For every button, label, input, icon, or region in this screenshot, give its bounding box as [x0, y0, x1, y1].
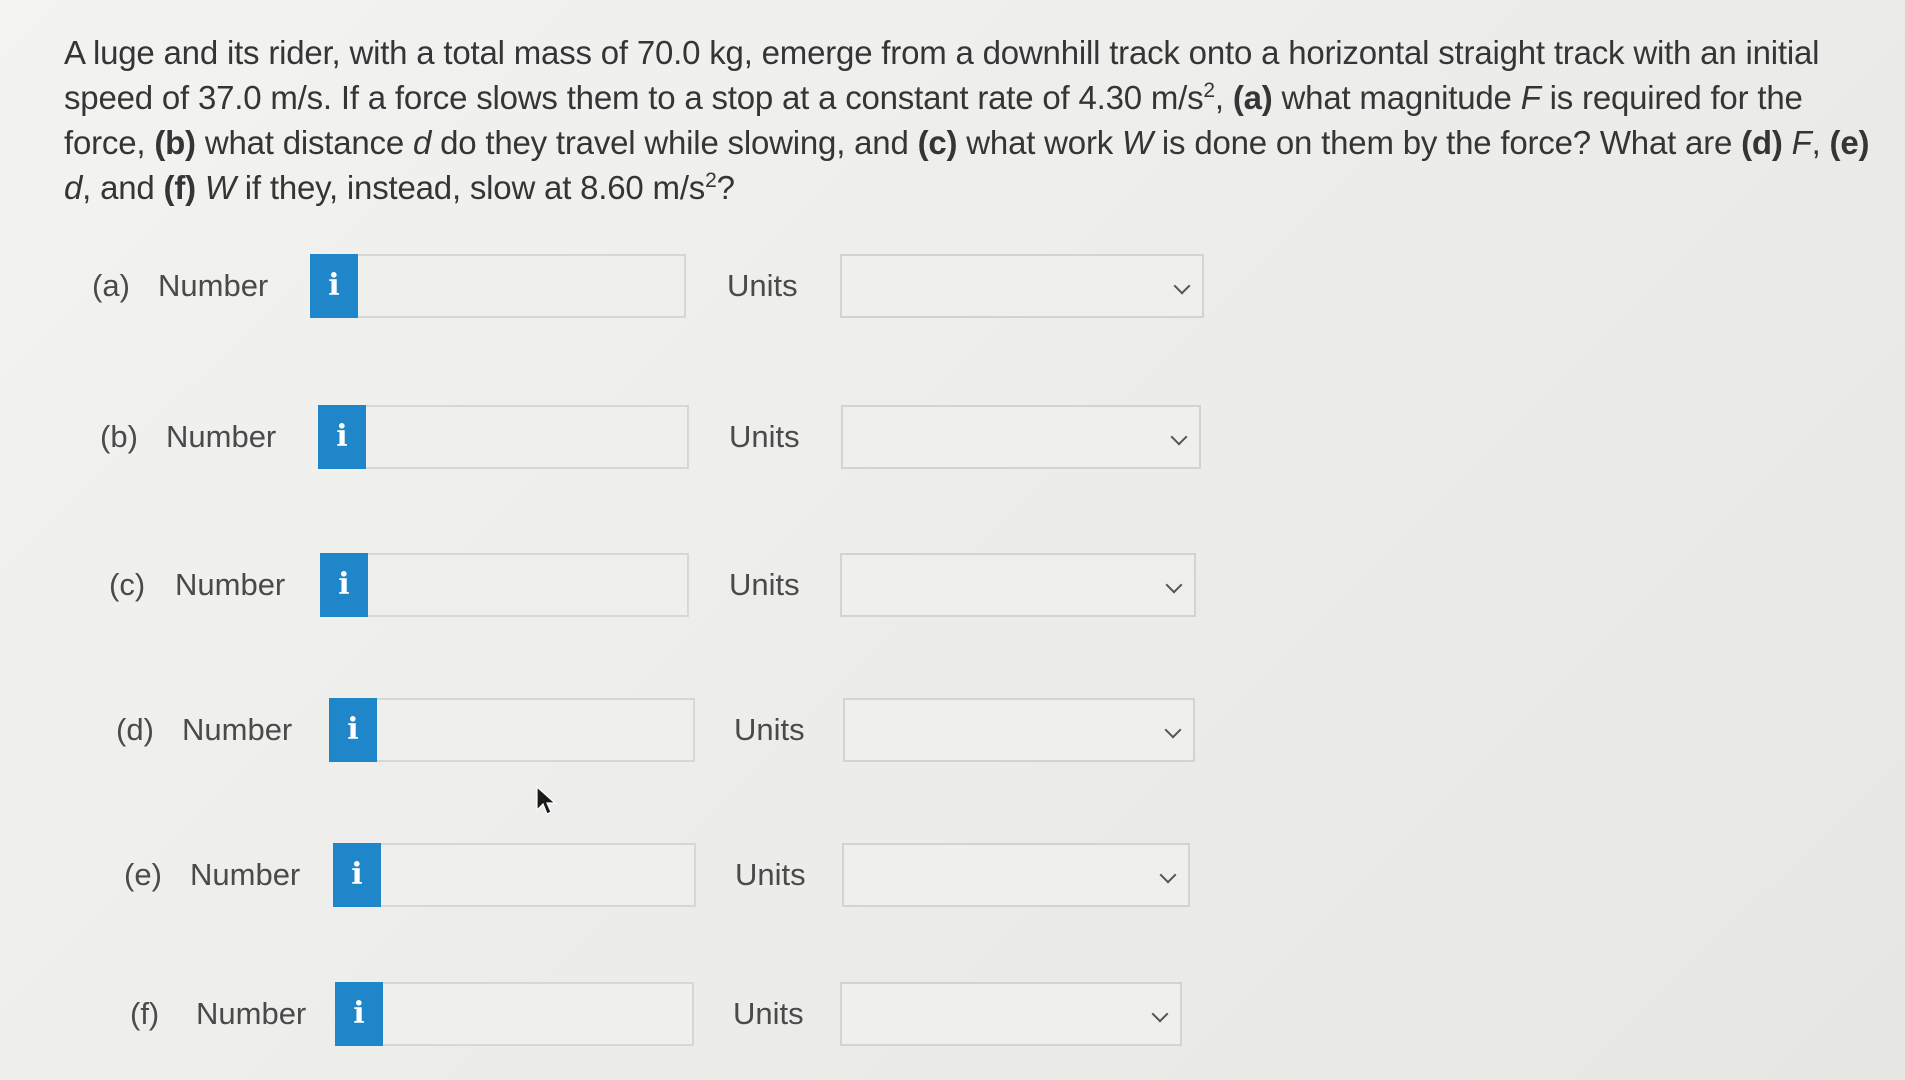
chevron-down-icon: [1151, 1005, 1169, 1023]
chevron-down-icon: [1170, 428, 1188, 446]
number-input-c[interactable]: [368, 553, 689, 617]
mouse-cursor-icon: [536, 786, 557, 815]
answer-row-c: (c) Number i Units: [0, 553, 1300, 617]
chevron-down-icon: [1165, 576, 1183, 594]
units-dropdown-f[interactable]: [840, 982, 1182, 1046]
number-input-d[interactable]: [377, 698, 695, 762]
units-label: Units: [727, 268, 798, 303]
answer-row-e: (e) Number i Units: [0, 843, 1300, 907]
units-dropdown-d[interactable]: [843, 698, 1195, 762]
part-label-e: (e) Number: [124, 843, 300, 907]
units-label: Units: [733, 996, 804, 1031]
question-text: A luge and its rider, with a total mass …: [64, 34, 1870, 206]
answer-row-f: (f) Number i Units: [0, 982, 1300, 1046]
answer-row-b: (b) Number i Units: [0, 405, 1300, 469]
number-input-a[interactable]: [358, 254, 686, 318]
info-icon[interactable]: i: [333, 843, 381, 907]
part-label-a: (a) Number: [92, 254, 268, 318]
units-label: Units: [735, 857, 806, 892]
part-label-c: (c) Number: [109, 553, 285, 617]
number-input-e[interactable]: [381, 843, 696, 907]
info-icon[interactable]: i: [329, 698, 377, 762]
chevron-down-icon: [1159, 866, 1177, 884]
part-letter: (e): [124, 857, 162, 892]
part-letter: (a): [92, 268, 130, 303]
answer-row-d: (d) Number i Units: [0, 698, 1300, 762]
number-input-f[interactable]: [383, 982, 694, 1046]
part-letter: (c): [109, 567, 146, 602]
part-label-b: (b) Number: [100, 405, 276, 469]
units-dropdown-b[interactable]: [841, 405, 1201, 469]
answer-row-a: (a) Number i Units: [0, 254, 1300, 318]
number-label: Number: [175, 567, 286, 602]
number-label: Number: [158, 268, 269, 303]
part-letter: (f): [130, 996, 160, 1031]
units-dropdown-e[interactable]: [842, 843, 1190, 907]
number-label: Number: [190, 857, 301, 892]
units-label: Units: [729, 419, 800, 454]
number-input-b[interactable]: [366, 405, 689, 469]
part-letter: (d): [116, 712, 154, 747]
part-letter: (b): [100, 419, 138, 454]
info-icon[interactable]: i: [318, 405, 366, 469]
info-icon[interactable]: i: [310, 254, 358, 318]
units-label: Units: [734, 712, 805, 747]
units-dropdown-a[interactable]: [840, 254, 1204, 318]
chevron-down-icon: [1164, 721, 1182, 739]
info-icon[interactable]: i: [320, 553, 368, 617]
number-label: Number: [166, 419, 277, 454]
number-label: Number: [182, 712, 293, 747]
number-label: Number: [196, 996, 307, 1031]
units-dropdown-c[interactable]: [840, 553, 1196, 617]
part-label-d: (d) Number: [116, 698, 292, 762]
info-icon[interactable]: i: [335, 982, 383, 1046]
chevron-down-icon: [1173, 277, 1191, 295]
part-label-f: (f) Number: [130, 982, 306, 1046]
units-label: Units: [729, 567, 800, 602]
